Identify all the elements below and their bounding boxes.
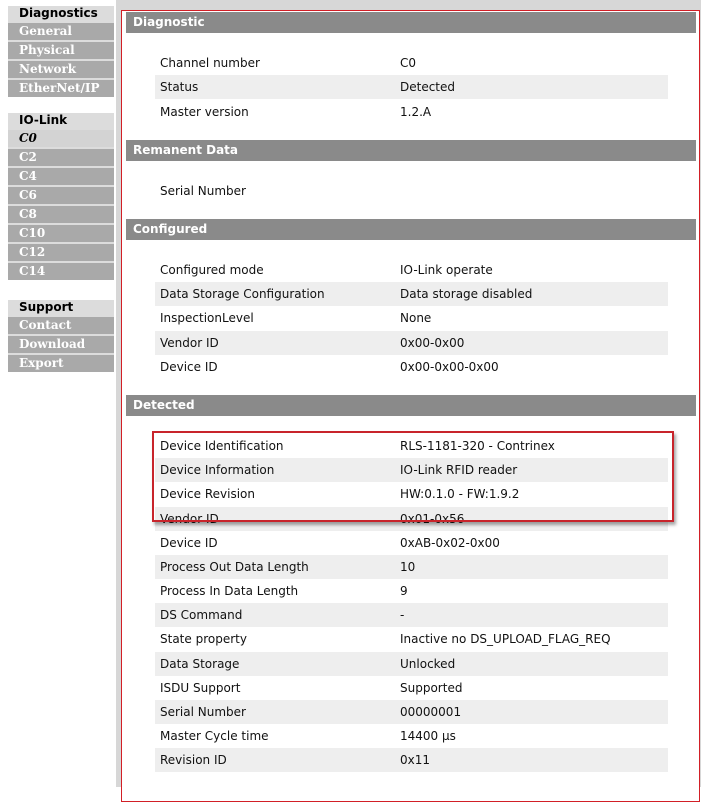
section-header-detected: Detected — [126, 395, 696, 416]
row-value: 1.2.A — [400, 105, 432, 119]
row-value: Inactive no DS_UPLOAD_FLAG_REQ — [400, 632, 611, 646]
row-label: Configured mode — [160, 263, 264, 277]
row-master-version: Master version 1.2.A — [155, 100, 668, 124]
row-label: Device ID — [160, 536, 218, 550]
nav-item-physical[interactable]: Physical — [8, 42, 114, 59]
nav-item-c2[interactable]: C2 — [8, 149, 114, 166]
row-data-storage: Data Storage Unlocked — [155, 652, 668, 676]
row-label: DS Command — [160, 608, 243, 622]
row-label: Channel number — [160, 56, 260, 70]
row-data-storage-configuration: Data Storage Configuration Data storage … — [155, 282, 668, 306]
row-revision-id: Revision ID 0x11 — [155, 748, 668, 772]
nav-item-c0[interactable]: C0 — [8, 130, 114, 147]
nav-item-export[interactable]: Export — [8, 355, 114, 372]
row-label: Device ID — [160, 360, 218, 374]
row-detected-serial-number: Serial Number 00000001 — [155, 700, 668, 724]
nav-header-diagnostics: Diagnostics — [8, 6, 114, 21]
row-device-information: Device Information IO-Link RFID reader — [155, 458, 668, 482]
nav-header-support: Support — [8, 300, 114, 315]
row-value: Data storage disabled — [400, 287, 533, 301]
nav-item-download[interactable]: Download — [8, 336, 114, 353]
row-device-revision: Device Revision HW:0.1.0 - FW:1.9.2 — [155, 482, 668, 506]
row-process-in-data-length: Process In Data Length 9 — [155, 579, 668, 603]
row-inspection-level: InspectionLevel None — [155, 306, 668, 330]
row-label: Data Storage Configuration — [160, 287, 325, 301]
row-label: Master Cycle time — [160, 729, 269, 743]
row-label: Serial Number — [160, 705, 246, 719]
row-status: Status Detected — [155, 75, 668, 99]
nav-item-network[interactable]: Network — [8, 61, 114, 78]
row-value: 0xAB-0x02-0x00 — [400, 536, 500, 550]
row-label: Master version — [160, 105, 249, 119]
row-master-cycle-time: Master Cycle time 14400 µs — [155, 724, 668, 748]
nav-header-iolink: IO-Link — [8, 113, 114, 128]
row-label: Device Revision — [160, 487, 256, 501]
nav-group-diagnostics: Diagnostics General Physical Network Eth… — [8, 6, 114, 97]
row-value: Detected — [400, 80, 456, 94]
row-value: 0x11 — [400, 753, 431, 767]
row-value: 00000001 — [400, 705, 462, 719]
row-label: Status — [160, 80, 199, 94]
row-configured-vendor-id: Vendor ID 0x00-0x00 — [155, 331, 668, 355]
section-header-configured: Configured — [126, 219, 696, 240]
row-value: Supported — [400, 681, 463, 695]
row-value: 0x01-0x56 — [400, 512, 465, 526]
row-label: State property — [160, 632, 247, 646]
row-label: Device Identification — [160, 439, 284, 453]
row-value: IO-Link operate — [400, 263, 493, 277]
row-label: Process In Data Length — [160, 584, 299, 598]
nav-item-general[interactable]: General — [8, 23, 114, 40]
row-device-identification: Device Identification RLS-1181-320 - Con… — [155, 434, 668, 458]
row-value: C0 — [400, 56, 417, 70]
nav-item-c6[interactable]: C6 — [8, 187, 114, 204]
row-label: Vendor ID — [160, 512, 219, 526]
row-channel-number: Channel number C0 — [155, 51, 668, 75]
nav-item-c10[interactable]: C10 — [8, 225, 114, 242]
row-value: IO-Link RFID reader — [400, 463, 518, 477]
row-label: Data Storage — [160, 657, 240, 671]
row-process-out-data-length: Process Out Data Length 10 — [155, 555, 668, 579]
row-value: Unlocked — [400, 657, 456, 671]
nav-group-support: Support Contact Download Export — [8, 300, 114, 372]
row-configured-mode: Configured mode IO-Link operate — [155, 258, 668, 282]
row-label: Revision ID — [160, 753, 227, 767]
row-detected-vendor-id: Vendor ID 0x01-0x56 — [155, 507, 668, 531]
row-ds-command: DS Command - — [155, 603, 668, 627]
row-value: HW:0.1.0 - FW:1.9.2 — [400, 487, 520, 501]
nav-item-c14[interactable]: C14 — [8, 263, 114, 280]
nav-item-c8[interactable]: C8 — [8, 206, 114, 223]
nav-item-ethernet-ip[interactable]: EtherNet/IP — [8, 80, 114, 97]
row-label: Process Out Data Length — [160, 560, 309, 574]
row-label: ISDU Support — [160, 681, 241, 695]
row-value: 9 — [400, 584, 408, 598]
row-configured-device-id: Device ID 0x00-0x00-0x00 — [155, 355, 668, 379]
row-value: 0x00-0x00 — [400, 336, 465, 350]
nav-item-c4[interactable]: C4 — [8, 168, 114, 185]
row-isdu-support: ISDU Support Supported — [155, 676, 668, 700]
section-header-diagnostic: Diagnostic — [126, 12, 696, 33]
row-remanent-serial-number: Serial Number — [155, 179, 668, 203]
row-value: None — [400, 311, 432, 325]
nav-item-contact[interactable]: Contact — [8, 317, 114, 334]
row-label: Device Information — [160, 463, 275, 477]
sidebar: Diagnostics General Physical Network Eth… — [0, 0, 116, 787]
row-value: RLS-1181-320 - Contrinex — [400, 439, 555, 453]
row-value: 14400 µs — [400, 729, 456, 743]
nav-item-c12[interactable]: C12 — [8, 244, 114, 261]
row-state-property: State property Inactive no DS_UPLOAD_FLA… — [155, 627, 668, 651]
row-value: 0x00-0x00-0x00 — [400, 360, 499, 374]
row-detected-device-id: Device ID 0xAB-0x02-0x00 — [155, 531, 668, 555]
row-value: 10 — [400, 560, 416, 574]
section-header-remanent-data: Remanent Data — [126, 140, 696, 161]
row-label: Serial Number — [160, 184, 246, 198]
row-value: - — [400, 608, 405, 622]
nav-group-iolink: IO-Link C0 C2 C4 C6 C8 C10 C12 C14 — [8, 113, 114, 280]
row-label: InspectionLevel — [160, 311, 254, 325]
row-label: Vendor ID — [160, 336, 219, 350]
